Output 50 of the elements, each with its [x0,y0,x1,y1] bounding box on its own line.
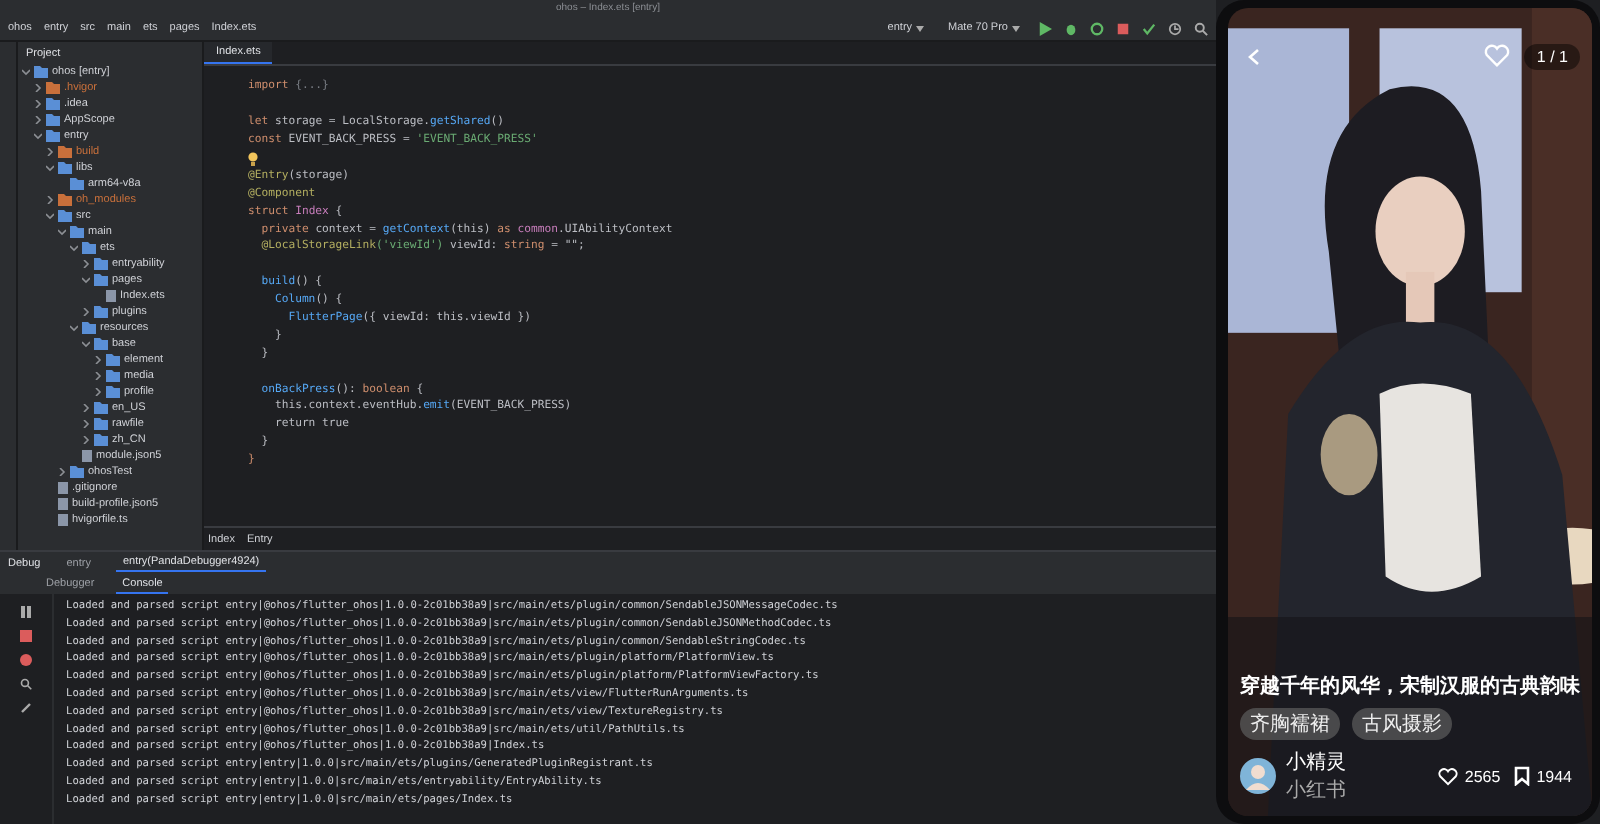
chevron-icon[interactable] [82,340,90,348]
chevron-icon[interactable] [70,244,78,252]
caret-icon[interactable] [1012,25,1020,31]
tag-chip[interactable]: 古风摄影 [1352,708,1452,740]
run-icon[interactable] [1038,21,1052,35]
chevron-icon[interactable] [58,228,66,236]
chevron-icon[interactable] [34,132,42,140]
avatar[interactable] [1240,758,1276,794]
tag-chip[interactable]: 齐胸襦裙 [1240,708,1340,740]
search-icon[interactable] [1194,21,1208,35]
chevron-icon[interactable] [22,68,30,76]
chevron-icon[interactable] [82,276,90,284]
file-icon [106,290,116,302]
post-caption: 穿越千年的风华，宋制汉服的古典韵味 [1240,672,1580,700]
chevron-icon[interactable] [70,324,78,332]
bookmark-icon[interactable] [1514,766,1531,786]
chevron-icon[interactable] [46,164,54,172]
pause-icon[interactable] [20,606,32,618]
stop-icon[interactable] [1116,21,1130,35]
chevron-icon[interactable] [82,260,90,268]
chevron-icon[interactable] [34,100,42,108]
chevron-icon[interactable] [34,116,42,124]
folder-icon [70,466,84,478]
check-icon[interactable] [1142,21,1156,35]
chevron-icon[interactable] [82,404,90,412]
chevron-icon[interactable] [46,196,54,204]
caret-icon[interactable] [916,25,925,31]
author-source: 小红书 [1286,777,1346,804]
search-icon[interactable] [20,678,32,690]
file-icon [82,450,92,462]
clock-icon[interactable] [1168,21,1182,35]
chevron-icon[interactable] [82,436,90,444]
chevron-icon[interactable] [82,308,90,316]
lightbulb-icon[interactable] [248,151,258,165]
chevron-icon[interactable] [34,84,42,92]
like-count: 2565 [1464,767,1501,785]
chevron-icon[interactable] [94,372,102,380]
chevron-icon[interactable] [58,468,66,476]
reload-icon[interactable] [1090,21,1104,35]
chevron-icon[interactable] [46,212,54,220]
save-count: 1944 [1536,767,1572,785]
author-name[interactable]: 小精灵 [1286,748,1346,776]
folder-icon [34,66,48,78]
chevron-icon[interactable] [46,148,54,156]
page-counter: 1 / 1 [1524,44,1580,70]
chevron-icon[interactable] [94,388,102,396]
chevron-icon[interactable] [94,356,102,364]
chevron-icon[interactable] [82,420,90,428]
breakpoints-icon[interactable] [20,654,32,666]
heart-icon[interactable] [1438,767,1459,785]
